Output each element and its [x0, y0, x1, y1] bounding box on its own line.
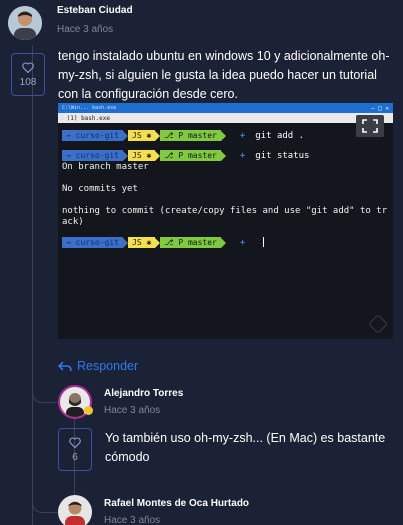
terminal-tab-icon: ■	[61, 114, 65, 122]
prompt-js: JS ✱	[128, 237, 156, 248]
prompt-arrow-icon	[220, 237, 226, 248]
expand-icon	[362, 119, 378, 133]
terminal-prompt: → curso-git JS ✱ ⎇ P master + git status	[62, 150, 389, 161]
prompt-dir: → curso-git	[62, 237, 123, 248]
thread-connector-2	[32, 495, 58, 513]
terminal-output-line: nothing to commit (create/copy files and…	[62, 206, 388, 216]
comment-text-line: tengo instalado ubuntu en windows 10 y a…	[58, 49, 390, 63]
terminal-prompt: → curso-git JS ✱ ⎇ P master +	[62, 237, 389, 248]
terminal-title: C:\Win... bash.exe	[62, 105, 117, 111]
watermark-logo-icon	[368, 314, 388, 334]
like-button[interactable]: 108	[11, 53, 45, 96]
prompt-branch: ⎇ P master	[160, 150, 221, 161]
terminal-prompt: → curso-git JS ✱ ⎇ P master + git add .	[62, 130, 389, 141]
terminal-titlebar: C:\Win... bash.exe — □ ✕	[58, 103, 393, 113]
prompt-branch: ⎇ P master	[160, 237, 221, 248]
reply-button[interactable]: Responder	[58, 359, 138, 373]
avatar[interactable]	[58, 495, 92, 525]
reply-time: Hace 3 años	[104, 515, 161, 525]
expand-image-button[interactable]	[356, 115, 384, 137]
terminal-output-line: On branch master	[62, 162, 149, 172]
like-count: 108	[19, 76, 37, 88]
heart-icon	[69, 436, 81, 448]
thread-connector	[32, 385, 58, 403]
terminal-command: + git status	[239, 150, 310, 161]
reply-time: Hace 3 años	[104, 405, 161, 416]
prompt-branch: ⎇ P master	[160, 130, 221, 141]
prompt-arrow-icon	[220, 150, 226, 161]
comment-text: tengo instalado ubuntu en windows 10 y a…	[58, 47, 398, 104]
user-photo-icon	[8, 6, 42, 40]
reply-author[interactable]: Alejandro Torres	[104, 388, 183, 399]
comment-author[interactable]: Esteban Ciudad	[57, 5, 133, 16]
terminal-command: + git add .	[239, 130, 305, 141]
thread-line-main	[32, 46, 33, 525]
reply-text-line: Yo también uso oh-my-zsh... (En Mac) es …	[105, 431, 386, 445]
prompt-dir: → curso-git	[62, 130, 123, 141]
heart-icon	[22, 61, 34, 73]
reply-label: Responder	[77, 359, 139, 373]
comment-text-line: my-zsh, si alguien le gusta la idea pued…	[58, 68, 377, 82]
window-controls-icon: — □ ✕	[370, 104, 389, 112]
terminal-body: → curso-git JS ✱ ⎇ P master + git add . →…	[58, 130, 393, 248]
reply-arrow-icon	[58, 360, 72, 371]
prompt-js: JS ✱	[128, 130, 156, 141]
avatar[interactable]	[8, 6, 42, 40]
comment-text-line: con la configuración desde cero.	[58, 87, 238, 101]
terminal-output-line: ack)	[62, 217, 84, 227]
comment-time: Hace 3 años	[57, 24, 114, 35]
terminal-command: +	[240, 237, 265, 248]
terminal-output-line: No commits yet	[62, 184, 138, 194]
user-photo-icon	[58, 495, 92, 525]
prompt-arrow-icon	[220, 130, 226, 141]
terminal-tab-label: (1) bash.exe	[66, 114, 110, 122]
reply-text-line: cómodo	[105, 450, 150, 464]
like-count: 6	[72, 451, 78, 463]
prompt-js: JS ✱	[128, 150, 156, 161]
reply-text: Yo también uso oh-my-zsh... (En Mac) es …	[105, 429, 397, 467]
terminal-tabbar: ■ (1) bash.exe	[58, 113, 393, 123]
reply-author[interactable]: Rafael Montes de Oca Hurtado	[104, 498, 249, 509]
terminal-screenshot[interactable]: C:\Win... bash.exe — □ ✕ ■ (1) bash.exe …	[58, 103, 393, 339]
prompt-dir: → curso-git	[62, 150, 123, 161]
like-button[interactable]: 6	[58, 428, 92, 471]
badge-icon	[84, 406, 93, 415]
terminal-cursor	[263, 237, 265, 248]
